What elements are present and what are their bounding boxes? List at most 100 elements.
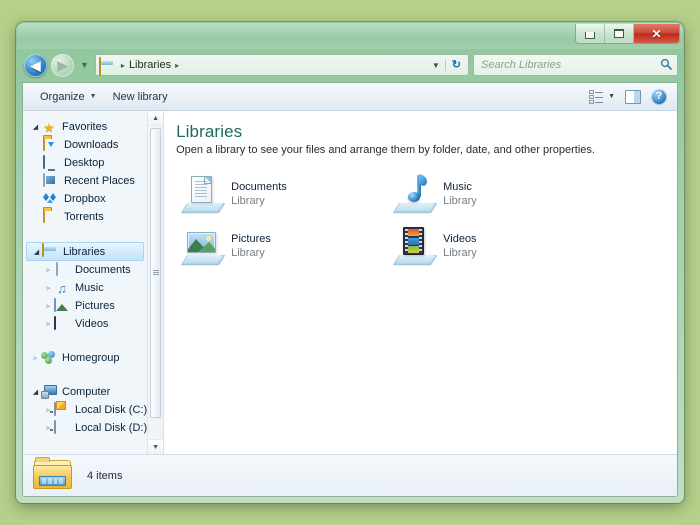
maximize-icon — [614, 29, 624, 38]
address-bar[interactable]: ▸ Libraries ▸ ▼ ↻ — [94, 54, 469, 76]
sidebar-item-videos[interactable]: ▹ Videos — [23, 315, 147, 333]
expand-triangle-icon[interactable]: ◢ — [30, 123, 41, 131]
library-tile-videos[interactable]: Videos Library — [388, 222, 600, 270]
sidebar-label: Dropbox — [64, 193, 106, 205]
status-item-count: 4 items — [87, 469, 123, 482]
sidebar-label: Videos — [75, 318, 109, 330]
sidebar-item-computer[interactable]: ◢ Computer — [23, 383, 147, 401]
sidebar-item-music[interactable]: ▹ ♫ Music — [23, 279, 147, 297]
help-icon: ? — [651, 88, 667, 105]
search-box[interactable]: Search Libraries — [473, 54, 678, 76]
picture-icon — [54, 297, 70, 314]
collapse-triangle-icon[interactable]: ▹ — [43, 284, 54, 292]
tile-subtitle: Library — [443, 247, 477, 259]
minimize-icon — [585, 31, 595, 39]
explorer-window: ✕ ◀ ▶ ▼ ▸ Libraries ▸ ▼ ↻ Search Librari… — [16, 22, 684, 503]
document-icon — [54, 261, 70, 278]
pictures-library-icon — [180, 225, 226, 267]
sidebar-label: Pictures — [75, 300, 115, 312]
sidebar-item-local-disk-d[interactable]: ▹ Local Disk (D:) — [23, 419, 147, 437]
navigation-bar: ◀ ▶ ▼ ▸ Libraries ▸ ▼ ↻ Search Libraries — [16, 50, 684, 80]
minimize-button[interactable] — [576, 24, 605, 43]
recent-pages-button[interactable]: ▼ — [78, 60, 91, 70]
collapse-triangle-icon[interactable]: ▹ — [43, 302, 54, 310]
close-button[interactable]: ✕ — [634, 24, 679, 43]
command-bar: Organize ▼ New library ▼ ? — [23, 83, 677, 111]
sidebar-item-pictures[interactable]: ▹ Pictures — [23, 297, 147, 315]
sidebar-item-documents[interactable]: ▹ Documents — [23, 261, 147, 279]
sidebar-label: Desktop — [64, 157, 105, 169]
maximize-button[interactable] — [605, 24, 634, 43]
page-subtitle: Open a library to see your files and arr… — [176, 144, 595, 156]
address-dropdown-icon[interactable]: ▼ — [427, 61, 445, 70]
scroll-down-button[interactable]: ▼ — [148, 439, 164, 454]
scrollbar-track[interactable] — [148, 126, 163, 439]
expand-triangle-icon[interactable]: ◢ — [31, 248, 42, 256]
breadcrumb-separator-icon[interactable]: ▸ — [117, 61, 129, 70]
collapse-triangle-icon[interactable]: ▹ — [43, 266, 54, 274]
video-icon — [54, 315, 70, 332]
sidebar-item-homegroup[interactable]: ▹ Homegroup — [23, 349, 147, 367]
tile-subtitle: Library — [231, 247, 265, 259]
sidebar-item-local-disk-c[interactable]: ▹ Local Disk (C:) — [23, 401, 147, 419]
refresh-icon[interactable]: ↻ — [444, 59, 466, 71]
back-button[interactable]: ◀ — [24, 53, 47, 77]
sidebar-label: Computer — [62, 386, 111, 398]
collapse-triangle-icon[interactable]: ▹ — [30, 354, 41, 362]
sidebar-label: Recent Places — [64, 175, 135, 187]
expand-triangle-icon[interactable]: ◢ — [30, 388, 41, 396]
content-pane[interactable]: Libraries Open a library to see your fil… — [164, 111, 677, 454]
computer-icon — [41, 385, 57, 400]
preview-pane-button[interactable] — [620, 87, 646, 107]
tile-name: Documents — [231, 181, 287, 193]
tile-name: Music — [443, 181, 472, 193]
help-button[interactable]: ? — [646, 86, 672, 108]
new-library-button[interactable]: New library — [105, 87, 176, 107]
chevron-down-icon: ▼ — [89, 93, 97, 100]
sidebar-label: Libraries — [63, 245, 106, 258]
sidebar-item-recent-places[interactable]: Recent Places — [23, 172, 147, 190]
library-tile-pictures[interactable]: Pictures Library — [176, 222, 388, 270]
sidebar-item-downloads[interactable]: Downloads — [23, 136, 147, 154]
downloads-folder-icon — [43, 136, 59, 153]
nav-group-homegroup: ▹ Homegroup — [23, 349, 147, 367]
sidebar-label: Music — [75, 282, 104, 294]
preview-pane-icon — [625, 89, 641, 104]
tile-name: Videos — [443, 233, 477, 245]
search-icon — [660, 58, 672, 73]
nav-group-libraries: ◢ Libraries ▹ Documents ▹ ♫ Music ▹ Pict… — [23, 242, 147, 333]
nav-group-favorites: ◢ ★ Favorites Downloads Desktop Recent P… — [23, 118, 147, 226]
change-view-button[interactable]: ▼ — [584, 87, 620, 107]
collapse-triangle-icon[interactable]: ▹ — [43, 320, 54, 328]
status-bar: 4 items — [23, 454, 677, 496]
nav-gap — [23, 336, 147, 349]
breadcrumb-trailing-separator-icon[interactable]: ▸ — [171, 61, 183, 70]
folder-icon — [43, 208, 59, 225]
breadcrumb-item-libraries[interactable]: Libraries — [129, 59, 171, 71]
sidebar-item-libraries[interactable]: ◢ Libraries — [26, 242, 145, 261]
library-tile-documents[interactable]: Documents Library — [176, 170, 388, 218]
sidebar-item-dropbox[interactable]: Dropbox — [23, 190, 147, 208]
page-title: Libraries — [176, 122, 243, 141]
tile-text: Pictures Library — [231, 232, 271, 260]
nav-group-computer: ◢ Computer ▹ Local Disk (C:) ▹ Local Dis… — [23, 383, 147, 437]
organize-button[interactable]: Organize ▼ — [32, 87, 105, 107]
search-input[interactable]: Search Libraries — [481, 59, 660, 71]
library-tile-music[interactable]: Music Library — [388, 170, 600, 218]
sidebar-item-desktop[interactable]: Desktop — [23, 154, 147, 172]
libraries-folder-icon — [42, 243, 58, 259]
navigation-pane-scrollbar[interactable]: ▲ ▼ — [147, 111, 164, 454]
forward-button[interactable]: ▶ — [51, 53, 74, 77]
organize-label: Organize — [40, 90, 85, 103]
title-bar[interactable]: ✕ — [16, 22, 684, 50]
nav-gap — [23, 229, 147, 242]
sidebar-item-torrents[interactable]: Torrents — [23, 208, 147, 226]
back-arrow-icon: ◀ — [30, 57, 41, 73]
navigation-tree: ◢ ★ Favorites Downloads Desktop Recent P… — [23, 111, 147, 454]
nav-gap — [23, 370, 147, 383]
scrollbar-thumb[interactable] — [150, 128, 162, 418]
scroll-up-button[interactable]: ▲ — [148, 111, 164, 126]
forward-arrow-icon: ▶ — [57, 57, 68, 73]
sidebar-item-favorites[interactable]: ◢ ★ Favorites — [23, 118, 147, 136]
sidebar-label: Local Disk (C:) — [75, 404, 148, 416]
